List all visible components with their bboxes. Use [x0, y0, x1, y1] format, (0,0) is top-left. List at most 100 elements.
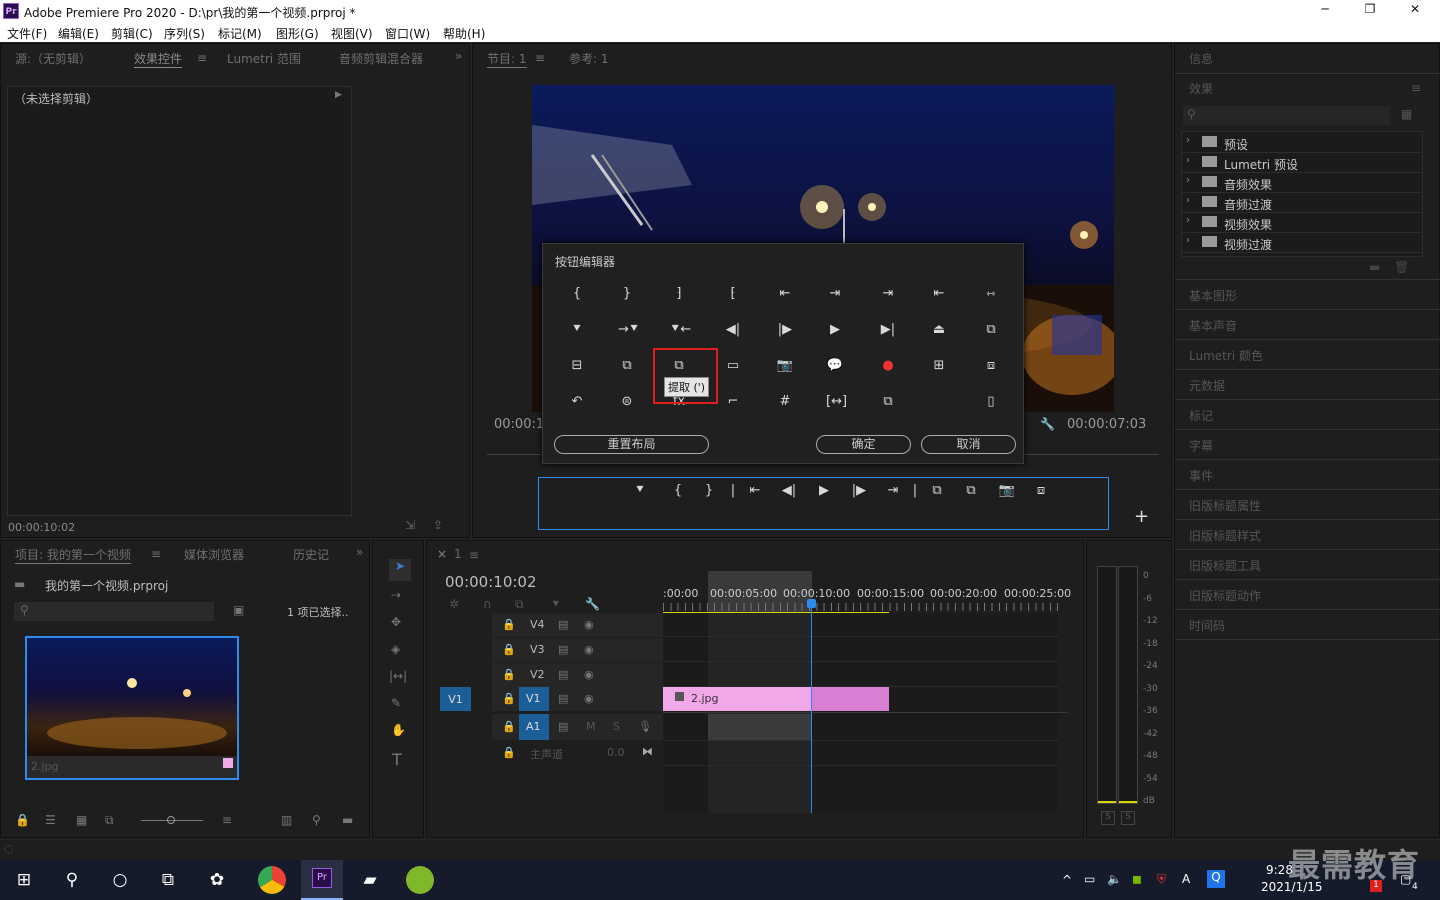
green-app-icon[interactable]	[406, 866, 434, 894]
editor-button-3-1[interactable]: ⊜	[618, 394, 636, 410]
effects-folder[interactable]: › 音频效果	[1182, 174, 1422, 193]
network-icon[interactable]: ▭	[1084, 872, 1095, 886]
new-bin-icon[interactable]: ▬	[342, 813, 353, 827]
menu-file[interactable]: 文件(F)	[7, 25, 47, 42]
lock-icon[interactable]: 🔒	[502, 692, 516, 705]
chevron-right-icon[interactable]: ›	[1186, 235, 1190, 246]
editor-button-1-7[interactable]: ⏏	[930, 322, 948, 338]
effects-heading[interactable]: 效果	[1189, 80, 1213, 97]
source-patch-v1[interactable]: V1	[440, 687, 471, 711]
editor-button-2-7[interactable]: ⊞	[930, 358, 948, 374]
mark-out-button[interactable]: }	[700, 483, 718, 499]
go-to-next-edit-icon[interactable]: ⧓	[642, 745, 653, 758]
panel-item[interactable]: 元数据	[1175, 370, 1440, 400]
effects-folder[interactable]: › 视频效果	[1182, 214, 1422, 233]
editor-button-2-5[interactable]: 💬	[826, 358, 844, 374]
find-icon[interactable]: ⚲	[312, 813, 321, 827]
premiere-taskbar-button[interactable]: Pr	[301, 860, 343, 900]
playhead-handle[interactable]	[807, 599, 816, 608]
spacer-icon[interactable]: |	[906, 483, 924, 499]
panel-item[interactable]: Lumetri 颜色	[1175, 340, 1440, 370]
editor-button-1-3[interactable]: ◀|	[724, 322, 742, 338]
panel-item[interactable]: 旧版标题属性	[1175, 490, 1440, 520]
sync-lock-icon[interactable]: ▤	[558, 692, 568, 705]
editor-button-3-3[interactable]: ⌐	[724, 394, 742, 410]
editor-button-1-8[interactable]: ⧉	[982, 322, 1000, 338]
lock-icon[interactable]: 🔒	[502, 720, 516, 733]
effects-folder[interactable]: › 视频过渡	[1182, 234, 1422, 253]
editor-button-1-2[interactable]: ⯆←	[670, 322, 691, 338]
effects-folder[interactable]: › 预设	[1182, 134, 1422, 153]
tab-media-browser[interactable]: 媒体浏览器	[184, 546, 244, 563]
effects-search-input[interactable]: ⚲	[1183, 106, 1390, 125]
editor-button-1-1[interactable]: →⯆	[618, 322, 639, 338]
zoom-slider-handle[interactable]	[167, 816, 175, 824]
security-icon[interactable]: ⛨	[1157, 872, 1166, 887]
editor-button-2-1[interactable]: ⧉	[618, 358, 636, 374]
panel-overflow-icon[interactable]: »	[455, 49, 462, 63]
step-back-button[interactable]: ◀|	[780, 483, 798, 499]
ime-indicator[interactable]: A	[1182, 872, 1190, 886]
sync-lock-icon[interactable]: ▤	[558, 668, 568, 681]
clip-thumbnail[interactable]: 2.jpg	[25, 636, 239, 780]
master-volume-value[interactable]: 0.0	[607, 746, 625, 759]
eye-icon[interactable]: ◉	[584, 643, 594, 656]
editor-button-0-3[interactable]: ⁅	[724, 286, 742, 302]
menu-icon[interactable]: ≡	[535, 51, 545, 65]
lock-icon[interactable]: 🔒	[15, 813, 30, 827]
comparison-view-button[interactable]: ⧈	[1032, 483, 1050, 499]
type-tool-icon[interactable]: T	[392, 750, 402, 769]
tray-expand-icon[interactable]: ^	[1062, 873, 1072, 887]
sync-lock-icon[interactable]: ▤	[558, 618, 568, 631]
volume-icon[interactable]: 🔈	[1107, 872, 1122, 886]
info-heading[interactable]: 信息	[1189, 50, 1213, 67]
time-ruler[interactable]: :00:00 00:00:05:00 00:00:10:00 00:00:15:…	[663, 571, 1071, 614]
export-icon[interactable]: ⇪	[433, 518, 443, 532]
editor-button-3-7[interactable]	[930, 394, 948, 410]
qq-icon[interactable]: Q	[1207, 870, 1225, 888]
wrench-icon[interactable]: 🔧	[585, 597, 600, 611]
slip-tool-icon[interactable]: |↔|	[389, 669, 407, 683]
panel-item[interactable]: 基本声音	[1175, 310, 1440, 340]
menu-help[interactable]: 帮助(H)	[443, 25, 485, 42]
effects-folder[interactable]: › Lumetri 预设	[1182, 154, 1422, 173]
menu-icon[interactable]: ≡	[1411, 81, 1421, 95]
project-search-input[interactable]: ⚲	[14, 602, 214, 621]
editor-button-0-6[interactable]: ⇥	[879, 286, 897, 302]
menu-clip[interactable]: 剪辑(C)	[111, 25, 153, 42]
solo-left-button[interactable]: S	[1101, 811, 1115, 825]
sequence-tab[interactable]: 1	[454, 547, 462, 561]
new-bin-icon[interactable]: ▬	[1369, 260, 1380, 274]
nest-icon[interactable]: ✲	[449, 597, 459, 611]
tab-reference[interactable]: 参考: 1	[569, 50, 609, 67]
track-select-tool-icon[interactable]: ⇢	[391, 588, 401, 602]
tab-audio-clip-mixer[interactable]: 音频剪辑混合器	[339, 50, 423, 67]
freeform-view-icon[interactable]: ⧉	[105, 813, 114, 828]
editor-button-0-7[interactable]: ⇤	[930, 286, 948, 302]
snap-icon[interactable]: ∩	[483, 597, 492, 611]
tab-effect-controls[interactable]: 效果控件	[134, 50, 183, 68]
editor-button-3-8[interactable]: ▯	[982, 394, 1000, 410]
editor-button-0-1[interactable]: }	[618, 286, 636, 302]
sync-lock-icon[interactable]: ▤	[558, 720, 568, 733]
eye-icon[interactable]: ◉	[584, 618, 594, 631]
editor-button-2-6[interactable]: ●	[879, 358, 897, 374]
wrench-icon[interactable]: 🔧	[1040, 417, 1055, 431]
chevron-right-icon[interactable]: ›	[1186, 195, 1190, 206]
pen-tool-icon[interactable]: ✎	[391, 696, 401, 710]
eye-icon[interactable]: ◉	[584, 668, 594, 681]
lock-icon[interactable]: 🔒	[502, 746, 516, 759]
editor-button-2-4[interactable]: 📷	[776, 358, 794, 374]
tab-lumetri-scopes[interactable]: Lumetri 范围	[227, 50, 301, 67]
tab-source[interactable]: 源:（无剪辑）	[15, 50, 91, 67]
play-button[interactable]: ▶	[815, 483, 833, 499]
close-button[interactable]: ✕	[1403, 2, 1427, 16]
sort-icon[interactable]: ≡	[222, 813, 232, 827]
panel-item[interactable]: 时间码	[1175, 610, 1440, 640]
nvidia-icon[interactable]: ◼	[1132, 872, 1142, 886]
mute-button[interactable]: M	[586, 720, 596, 733]
editor-button-3-4[interactable]: #	[776, 394, 794, 410]
track-area[interactable]: 2.jpg	[663, 613, 1068, 813]
hand-tool-icon[interactable]: ✋	[391, 723, 406, 737]
editor-button-3-0[interactable]: ↶	[568, 394, 586, 410]
